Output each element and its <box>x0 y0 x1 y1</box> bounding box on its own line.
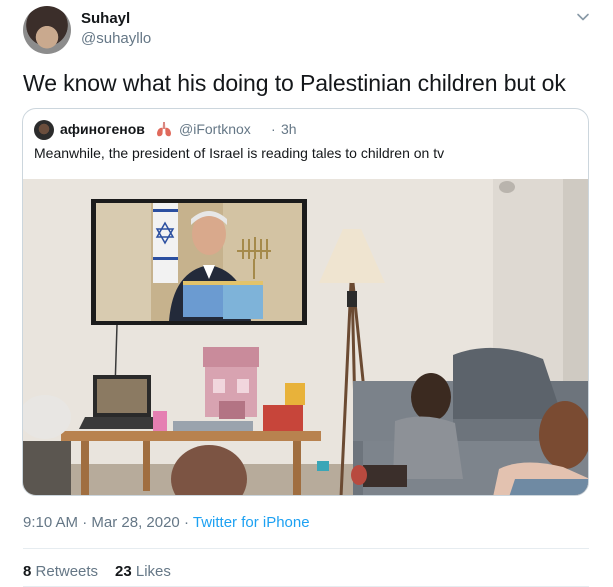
likes-stat[interactable]: 23 Likes <box>115 563 171 580</box>
likes-count: 23 <box>115 563 132 580</box>
quoted-author-handle[interactable]: @iFortknox <box>179 121 251 137</box>
tweet-card: Suhayl @suhayllo We know what his doing … <box>0 0 613 587</box>
tweet-meta: 9:10 AM · Mar 28, 2020 · Twitter for iPh… <box>23 514 310 531</box>
tweet-text: We know what his doing to Palestinian ch… <box>23 70 566 96</box>
chevron-down-icon[interactable] <box>574 8 592 26</box>
meta-dot: · <box>183 514 189 531</box>
quoted-text: Meanwhile, the president of Israel is re… <box>34 145 445 161</box>
author-handle[interactable]: @suhayllo <box>81 30 151 47</box>
likes-label: Likes <box>135 563 171 580</box>
author-avatar[interactable] <box>23 6 71 54</box>
retweets-stat[interactable]: 8 Retweets <box>23 563 98 580</box>
meta-dot: · <box>82 514 88 531</box>
retweets-label: Retweets <box>35 563 99 580</box>
lungs-emoji-icon <box>157 122 171 137</box>
quoted-separator: · <box>271 121 276 137</box>
tweet-time[interactable]: 9:10 AM <box>23 514 78 531</box>
tweet-source-link[interactable]: Twitter for iPhone <box>193 514 310 531</box>
quoted-timestamp[interactable]: 3h <box>281 121 297 137</box>
tweet-stats: 8 Retweets 23 Likes <box>23 563 171 580</box>
divider <box>23 548 589 549</box>
quoted-tweet[interactable]: афиногенов @iFortknox · 3h Meanwhile, th… <box>22 108 589 496</box>
quoted-photo[interactable] <box>23 179 589 496</box>
quoted-author-name[interactable]: афиногенов <box>60 121 145 137</box>
tweet-date[interactable]: Mar 28, 2020 <box>91 514 179 531</box>
author-name[interactable]: Suhayl <box>81 10 130 27</box>
retweets-count: 8 <box>23 563 32 580</box>
quoted-author-avatar[interactable] <box>34 120 54 140</box>
